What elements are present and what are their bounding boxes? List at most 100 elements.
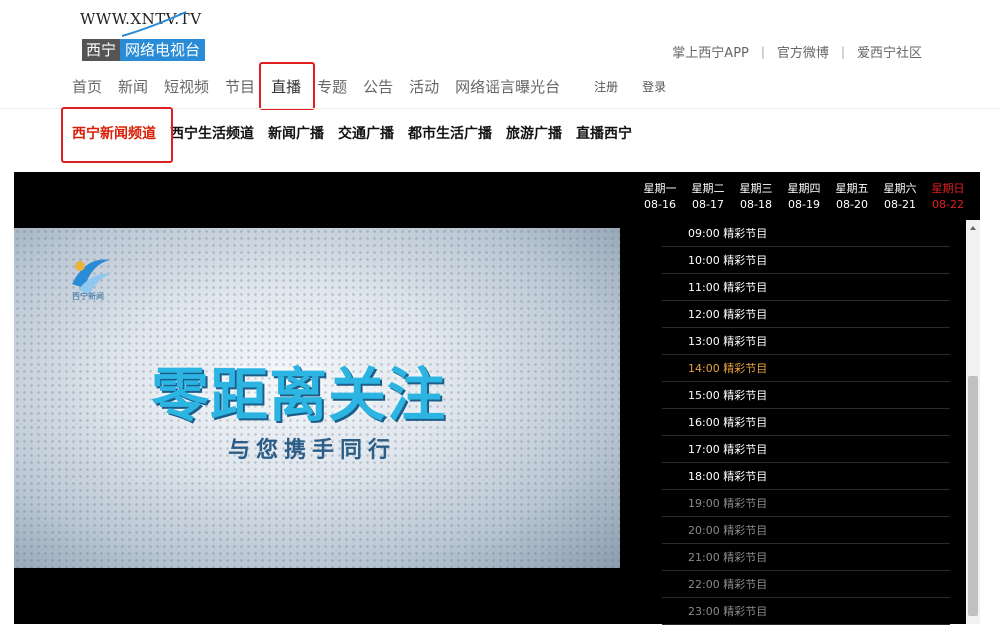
day-date: 08-21 [884, 198, 916, 211]
top-links: 掌上西宁APP | 官方微博 | 爱西宁社区 [672, 42, 922, 62]
day-weekday: 星期六 [883, 182, 917, 195]
schedule-time: 12:00 [688, 308, 720, 321]
schedule-program: 精彩节目 [723, 578, 768, 591]
schedule-row[interactable]: 14:00 精彩节目 [662, 355, 950, 382]
nav-short-video[interactable]: 短视频 [164, 76, 209, 97]
nav-topics[interactable]: 专题 [317, 76, 347, 97]
nav-rumor-exposure[interactable]: 网络谣言曝光台 [455, 76, 560, 97]
login-link[interactable]: 登录 [642, 78, 666, 95]
schedule-program: 精彩节目 [723, 470, 768, 483]
schedule-time: 19:00 [688, 497, 720, 510]
schedule-program: 精彩节目 [723, 551, 768, 564]
site-logo[interactable]: WWW.XNTV.TV 西宁 网络电视台 [80, 8, 230, 62]
day-date: 08-16 [644, 198, 676, 211]
schedule-time: 22:00 [688, 578, 720, 591]
day-date: 08-18 [740, 198, 772, 211]
schedule-time: 16:00 [688, 416, 720, 429]
schedule-time: 18:00 [688, 470, 720, 483]
link-official-weibo[interactable]: 官方微博 [777, 42, 829, 61]
schedule-time: 11:00 [688, 281, 720, 294]
tab-news-radio[interactable]: 新闻广播 [268, 123, 324, 143]
schedule-row[interactable]: 23:00 精彩节目 [662, 598, 950, 625]
day-date: 08-22 [932, 198, 964, 211]
day-tab[interactable]: 星期日 08-22 [924, 181, 972, 213]
schedule-program: 精彩节目 [723, 335, 768, 348]
day-date: 08-17 [692, 198, 724, 211]
tab-city-life-radio[interactable]: 都市生活广播 [408, 123, 492, 143]
schedule-row[interactable]: 20:00 精彩节目 [662, 517, 950, 544]
tab-xining-life-channel[interactable]: 西宁生活频道 [170, 123, 254, 143]
day-weekday: 星期五 [835, 182, 869, 195]
link-mobile-app[interactable]: 掌上西宁APP [672, 42, 749, 61]
schedule-row[interactable]: 21:00 精彩节目 [662, 544, 950, 571]
schedule-program: 精彩节目 [723, 227, 768, 240]
schedule-time: 14:00 [688, 362, 720, 375]
schedule-program: 精彩节目 [723, 416, 768, 429]
day-selector: 星期一 08-16 星期二 08-17 星期三 08-18 星期四 08-19 星期五 08-20… [636, 181, 972, 213]
register-link[interactable]: 注册 [594, 78, 618, 95]
schedule-row[interactable]: 10:00 精彩节目 [662, 247, 950, 274]
schedule-program: 精彩节目 [723, 497, 768, 510]
scrollbar-thumb[interactable] [968, 376, 978, 616]
program-schedule: 09:00 精彩节目 10:00 精彩节目 11:00 精彩节目 12:00 精彩节目… [662, 220, 950, 625]
day-date: 08-20 [836, 198, 868, 211]
nav-home[interactable]: 首页 [72, 76, 102, 97]
top-link-separator: | [760, 44, 765, 59]
logo-wordmark: 西宁 网络电视台 [82, 39, 206, 61]
schedule-row[interactable]: 18:00 精彩节目 [662, 463, 950, 490]
live-player: 西宁新闻 零距离关注 与您携手同行 星期一 08-16 星期二 08-17 星期三 08-… [14, 172, 980, 625]
schedule-row[interactable]: 11:00 精彩节目 [662, 274, 950, 301]
day-weekday: 星期四 [787, 182, 821, 195]
day-weekday: 星期日 [931, 182, 965, 195]
schedule-program: 精彩节目 [723, 254, 768, 267]
schedule-time: 15:00 [688, 389, 720, 402]
day-weekday: 星期二 [691, 182, 725, 195]
schedule-time: 13:00 [688, 335, 720, 348]
link-community[interactable]: 爱西宁社区 [857, 42, 922, 61]
nav-notices[interactable]: 公告 [363, 76, 393, 97]
main-nav: 首页 新闻 短视频 节目 直播 专题 公告 活动 网络谣言曝光台 注册 登录 [72, 62, 666, 110]
nav-live[interactable]: 直播 [259, 62, 316, 110]
tab-traffic-radio[interactable]: 交通广播 [338, 123, 394, 143]
day-tab[interactable]: 星期三 08-18 [732, 181, 780, 213]
top-link-separator: | [840, 44, 845, 59]
scroll-up-arrow-icon[interactable] [970, 226, 976, 230]
schedule-time: 17:00 [688, 443, 720, 456]
nav-news[interactable]: 新闻 [118, 76, 148, 97]
nav-programs[interactable]: 节目 [225, 76, 255, 97]
schedule-program: 精彩节目 [723, 389, 768, 402]
schedule-program: 精彩节目 [723, 362, 768, 375]
day-tab[interactable]: 星期四 08-19 [780, 181, 828, 213]
schedule-row[interactable]: 15:00 精彩节目 [662, 382, 950, 409]
schedule-time: 21:00 [688, 551, 720, 564]
schedule-row[interactable]: 22:00 精彩节目 [662, 571, 950, 598]
schedule-row[interactable]: 13:00 精彩节目 [662, 328, 950, 355]
schedule-row[interactable]: 09:00 精彩节目 [662, 220, 950, 247]
schedule-program: 精彩节目 [723, 605, 768, 618]
channel-tabs: 西宁新闻频道 西宁生活频道 新闻广播 交通广播 都市生活广播 旅游广播 直播西宁 [61, 107, 646, 163]
tab-xining-news-channel[interactable]: 西宁新闻频道 [61, 107, 173, 163]
schedule-time: 23:00 [688, 605, 720, 618]
video-screen[interactable]: 西宁新闻 零距离关注 与您携手同行 [14, 228, 620, 568]
day-tab[interactable]: 星期五 08-20 [828, 181, 876, 213]
schedule-scrollbar[interactable] [966, 220, 980, 624]
program-title: 零距离关注 [151, 361, 447, 429]
day-weekday: 星期一 [643, 182, 677, 195]
schedule-time: 20:00 [688, 524, 720, 537]
day-date: 08-19 [788, 198, 820, 211]
tab-travel-radio[interactable]: 旅游广播 [506, 123, 562, 143]
schedule-program: 精彩节目 [723, 281, 768, 294]
schedule-row[interactable]: 19:00 精彩节目 [662, 490, 950, 517]
day-tab[interactable]: 星期二 08-17 [684, 181, 732, 213]
day-tab[interactable]: 星期六 08-21 [876, 181, 924, 213]
schedule-row[interactable]: 17:00 精彩节目 [662, 436, 950, 463]
schedule-row[interactable]: 16:00 精彩节目 [662, 409, 950, 436]
program-slogan: 与您携手同行 [228, 438, 397, 463]
schedule-program: 精彩节目 [723, 308, 768, 321]
nav-events[interactable]: 活动 [409, 76, 439, 97]
day-tab[interactable]: 星期一 08-16 [636, 181, 684, 213]
schedule-row[interactable]: 12:00 精彩节目 [662, 301, 950, 328]
schedule-program: 精彩节目 [723, 524, 768, 537]
tab-live-xining[interactable]: 直播西宁 [576, 123, 632, 143]
logo-city: 西宁 [82, 39, 121, 61]
